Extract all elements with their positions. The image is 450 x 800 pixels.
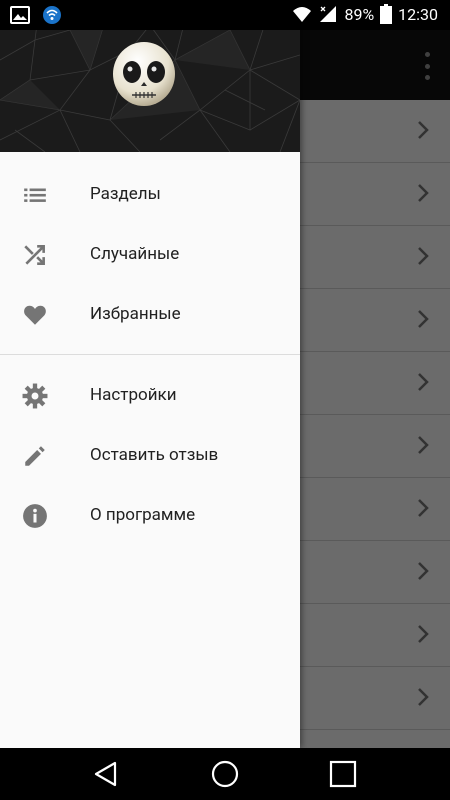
back-icon[interactable] bbox=[90, 758, 124, 790]
recent-apps-icon[interactable] bbox=[326, 758, 360, 790]
system-navigation-bar bbox=[0, 748, 450, 800]
status-bar: 89% 12:30 bbox=[0, 0, 450, 30]
drawer-item-feedback[interactable]: Оставить отзыв bbox=[0, 425, 300, 485]
drawer-item-label: Избранные bbox=[90, 304, 181, 324]
clock: 12:30 bbox=[398, 4, 438, 24]
skull-logo-icon bbox=[113, 42, 175, 106]
drawer-item-settings[interactable]: Настройки bbox=[0, 365, 300, 425]
wifi-icon bbox=[293, 7, 312, 22]
drawer-item-about[interactable]: О программе bbox=[0, 485, 300, 545]
list-icon bbox=[24, 188, 46, 202]
drawer-item-label: Разделы bbox=[90, 184, 161, 204]
drawer-menu: Разделы Случайные Избранные Настройки Ос… bbox=[0, 152, 300, 545]
drawer-item-label: Случайные bbox=[90, 244, 180, 264]
info-icon bbox=[23, 504, 47, 528]
shuffle-icon bbox=[24, 245, 45, 265]
gallery-notification-icon bbox=[10, 6, 30, 24]
drawer-item-sections[interactable]: Разделы bbox=[0, 164, 300, 224]
battery-icon bbox=[380, 4, 393, 24]
drawer-item-label: О программе bbox=[90, 505, 196, 525]
heart-icon bbox=[24, 305, 46, 325]
drawer-item-label: Настройки bbox=[90, 385, 177, 405]
pencil-icon bbox=[25, 446, 45, 466]
signal-icon bbox=[320, 6, 337, 22]
drawer-item-label: Оставить отзыв bbox=[90, 445, 219, 465]
drawer-item-random[interactable]: Случайные bbox=[0, 224, 300, 284]
gear-icon bbox=[22, 383, 48, 409]
wifi-notification-icon bbox=[43, 6, 61, 24]
navigation-drawer: Разделы Случайные Избранные Настройки Ос… bbox=[0, 0, 300, 748]
home-icon[interactable] bbox=[208, 758, 242, 790]
drawer-item-favorites[interactable]: Избранные bbox=[0, 284, 300, 344]
battery-percent: 89% bbox=[344, 4, 375, 24]
drawer-divider bbox=[0, 354, 300, 355]
